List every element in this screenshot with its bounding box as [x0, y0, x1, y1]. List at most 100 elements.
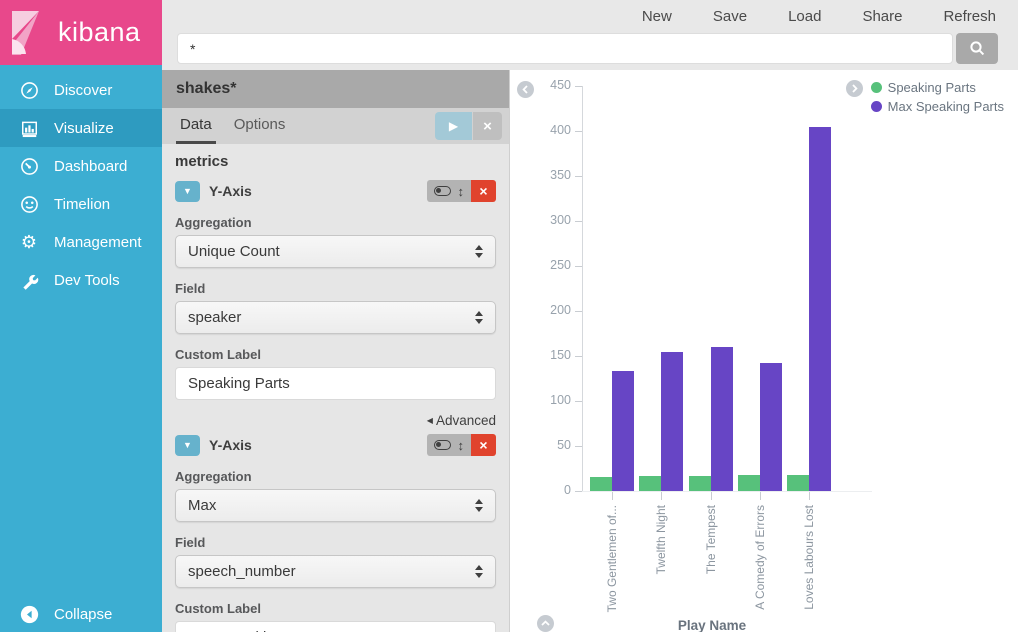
bar[interactable]	[809, 127, 831, 492]
sidebar-item-management[interactable]: ⚙ Management	[0, 223, 162, 261]
collapse-agg-button[interactable]: ▼	[175, 435, 200, 456]
gauge-icon	[19, 156, 39, 176]
field-select-value: speaker	[188, 309, 475, 326]
discard-changes-button[interactable]: ×	[473, 112, 502, 140]
legend-dot-max-speaking-parts	[871, 101, 882, 112]
agg-title: Y-Axis	[209, 183, 427, 199]
advanced-label: Advanced	[436, 413, 496, 428]
sidebar-item-label: Discover	[54, 82, 112, 99]
select-arrows-icon	[475, 245, 483, 258]
legend-item[interactable]: Max Speaking Parts	[871, 99, 1004, 114]
legend-item[interactable]: Speaking Parts	[871, 80, 1004, 95]
field-select-value: speech_number	[188, 563, 475, 580]
y-tick-mark	[575, 86, 582, 87]
y-tick-mark	[575, 446, 582, 447]
y-tick-mark	[575, 176, 582, 177]
apply-changes-button[interactable]: ▶	[435, 112, 472, 140]
legend-toggle-button[interactable]	[846, 80, 863, 97]
y-tick-label: 0	[529, 483, 571, 497]
custom-label-label: Custom Label	[175, 601, 496, 616]
bar[interactable]	[760, 363, 782, 491]
vis-editor-panel: shakes* Data Options ▶ × metrics ▼ Y-	[162, 70, 510, 632]
reorder-agg-icon[interactable]: ↕	[458, 185, 465, 198]
bar[interactable]	[590, 477, 612, 491]
disable-agg-toggle-icon[interactable]	[434, 186, 451, 196]
metrics-heading: metrics	[175, 153, 496, 170]
bar[interactable]	[639, 476, 661, 491]
agg-header-row: ▼ Y-Axis ↕ ×	[175, 180, 496, 202]
bar[interactable]	[689, 476, 711, 491]
y-tick-mark	[575, 491, 582, 492]
sidebar-item-timelion[interactable]: Timelion	[0, 185, 162, 223]
search-button[interactable]	[956, 33, 998, 64]
sidebar-item-dev-tools[interactable]: Dev Tools	[0, 261, 162, 299]
search-icon	[969, 40, 986, 57]
gear-icon: ⚙	[19, 232, 39, 252]
bar[interactable]	[738, 475, 760, 491]
editor-tabs: Data Options ▶ ×	[162, 108, 509, 144]
menu-item-refresh[interactable]: Refresh	[943, 8, 996, 25]
field-label: Field	[175, 281, 496, 296]
menu-item-save[interactable]: Save	[713, 8, 747, 25]
legend-label: Speaking Parts	[888, 80, 976, 95]
close-icon: ×	[479, 183, 487, 199]
y-tick-label: 50	[529, 438, 571, 452]
aggregation-select-value: Max	[188, 497, 475, 514]
bar[interactable]	[612, 371, 634, 491]
bar[interactable]	[661, 352, 683, 491]
remove-agg-button[interactable]: ×	[471, 180, 496, 202]
y-tick-mark	[575, 401, 582, 402]
bar[interactable]	[711, 347, 733, 491]
aggregation-label: Aggregation	[175, 469, 496, 484]
y-tick-mark	[575, 311, 582, 312]
remove-agg-button[interactable]: ×	[471, 434, 496, 456]
play-icon: ▶	[449, 119, 458, 133]
field-select[interactable]: speech_number	[175, 555, 496, 588]
x-category-label: The Tempest	[704, 505, 718, 632]
x-tick-mark	[612, 492, 613, 500]
y-tick-mark	[575, 266, 582, 267]
x-tick-mark	[809, 492, 810, 500]
field-select[interactable]: speaker	[175, 301, 496, 334]
menu-item-load[interactable]: Load	[788, 8, 821, 25]
sidebar-item-discover[interactable]: Discover	[0, 71, 162, 109]
custom-label-input[interactable]	[175, 621, 496, 632]
sidebar-item-visualize[interactable]: Visualize	[0, 109, 162, 147]
chevron-down-icon: ▼	[183, 440, 192, 450]
y-tick-mark	[575, 356, 582, 357]
aggregation-label: Aggregation	[175, 215, 496, 230]
close-icon: ×	[483, 118, 492, 135]
tab-options[interactable]: Options	[230, 108, 290, 144]
sidebar: kibana Discover Visualize Dashboard	[0, 0, 162, 632]
advanced-toggle[interactable]: ◀ Advanced	[175, 413, 496, 428]
kibana-logo-icon	[12, 11, 48, 55]
sidebar-collapse-button[interactable]: Collapse	[0, 596, 162, 632]
agg-toggle-group: ↕	[427, 180, 472, 202]
legend-label: Max Speaking Parts	[888, 99, 1004, 114]
timelion-face-icon	[19, 194, 39, 214]
kibana-logo[interactable]: kibana	[0, 0, 162, 65]
x-category-label: Twelfth Night	[654, 505, 668, 632]
menu-item-new[interactable]: New	[642, 8, 672, 25]
y-tick-label: 450	[529, 78, 571, 92]
collapse-agg-button[interactable]: ▼	[175, 181, 200, 202]
spy-panel-toggle-button[interactable]	[537, 615, 554, 632]
editor-actions: ▶ ×	[435, 108, 502, 144]
disable-agg-toggle-icon[interactable]	[434, 440, 451, 450]
custom-label-input[interactable]	[175, 367, 496, 400]
tab-data[interactable]: Data	[176, 108, 216, 144]
aggregation-select-value: Unique Count	[188, 243, 475, 260]
reorder-agg-icon[interactable]: ↕	[458, 439, 465, 452]
aggregation-select[interactable]: Unique Count	[175, 235, 496, 268]
x-category-label: A Comedy of Errors	[753, 505, 767, 632]
search-bar	[162, 33, 1018, 64]
y-tick-label: 150	[529, 348, 571, 362]
agg-header-row: ▼ Y-Axis ↕ ×	[175, 434, 496, 456]
chart-area: 050100150200250300350400450Two Gentlemen…	[510, 70, 1018, 632]
aggregation-select[interactable]: Max	[175, 489, 496, 522]
menu-item-share[interactable]: Share	[862, 8, 902, 25]
bar[interactable]	[787, 475, 809, 491]
search-input[interactable]	[177, 33, 953, 64]
agg-controls: ↕ ×	[427, 434, 497, 456]
sidebar-item-dashboard[interactable]: Dashboard	[0, 147, 162, 185]
